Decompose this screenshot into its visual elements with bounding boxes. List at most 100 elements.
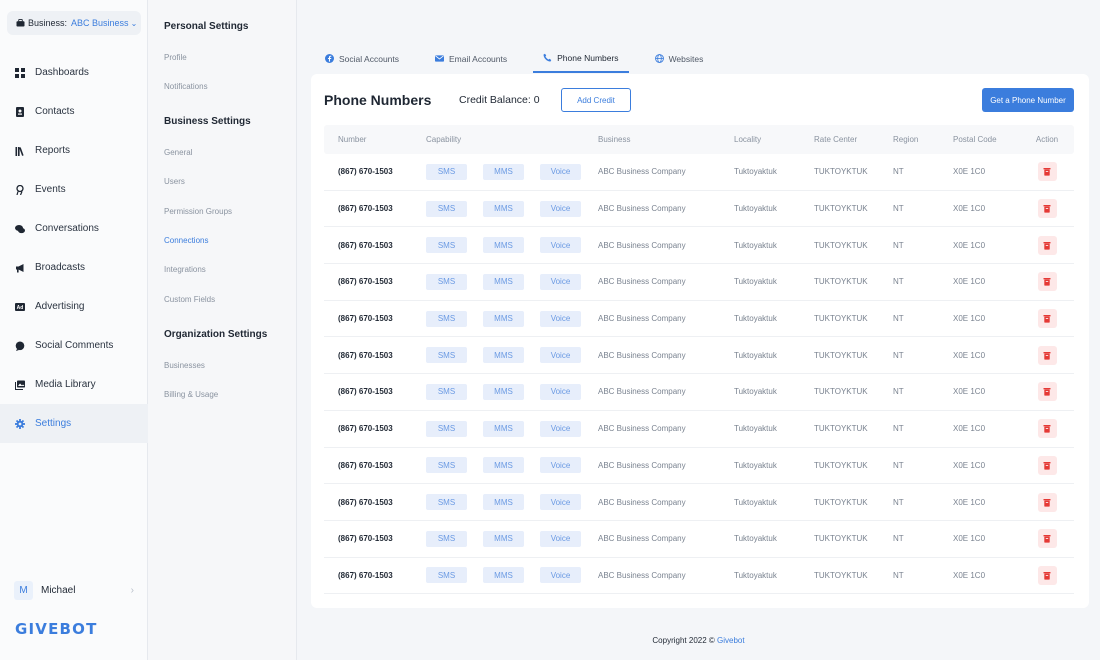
settings-link-profile[interactable]: Profile [164,53,187,62]
cell-number: (867) 670-1503 [338,570,393,580]
delete-button[interactable] [1037,492,1057,512]
tab-label: Email Accounts [449,53,508,64]
trash-icon [1043,498,1051,507]
sidebar-item-conversations[interactable]: Conversations [0,209,148,248]
capability-badge: Voice [540,310,581,327]
capability-badge: SMS [426,273,467,290]
cell-postal-code: X0E 1C0 [953,167,986,177]
tab-phone-numbers[interactable]: Phone Numbers [533,44,629,73]
capability-badge: Voice [540,420,581,437]
delete-button[interactable] [1037,235,1057,255]
tab-websites[interactable]: Websites [645,44,714,73]
facebook-icon [325,54,339,63]
contact-card-icon [15,106,25,117]
sidebar-item-label: Events [35,184,66,195]
cell-action [1020,529,1074,549]
settings-link-notifications[interactable]: Notifications [164,82,208,91]
sidebar-item-dashboards[interactable]: Dashboards [0,53,148,92]
delete-button[interactable] [1037,272,1057,292]
table-row: (867) 670-1503 SMS MMS Voice ABC Business Co… [324,411,1074,448]
phone-numbers-table: Number Capability Business Locality Rate… [324,125,1074,595]
cell-business: ABC Business Company [598,350,686,360]
settings-link-custom-fields[interactable]: Custom Fields [164,295,215,304]
sidebar-item-broadcasts[interactable]: Broadcasts [0,248,148,287]
delete-button[interactable] [1037,199,1057,219]
cell-region: NT [893,424,904,434]
settings-link-connections[interactable]: Connections [164,236,208,245]
settings-link-general[interactable]: General [164,148,192,157]
cell-action [1020,492,1074,512]
tab-social-accounts[interactable]: Social Accounts [315,44,409,73]
chevron-down-icon: ⌄ [130,18,138,28]
cell-business: ABC Business Company [598,314,686,324]
header-business: Business [598,135,631,144]
cell-number: (867) 670-1503 [338,204,393,214]
cell-capability: SMS MMS Voice [426,310,598,327]
add-credit-button[interactable]: Add Credit [561,88,631,112]
media-icon [15,380,25,390]
delete-button[interactable] [1037,455,1057,475]
tab-label: Social Accounts [339,53,400,64]
cell-capability: SMS MMS Voice [426,494,598,511]
mail-icon [435,54,449,63]
settings-link-billing-usage[interactable]: Billing & Usage [164,390,218,399]
cell-locality: Tuktoyaktuk [734,424,777,434]
cell-capability: SMS MMS Voice [426,420,598,437]
capability-badge: Voice [540,494,581,511]
cell-region: NT [893,460,904,470]
header-rate-center: Rate Center [814,135,858,144]
capability-badge: MMS [483,457,524,474]
footer-brand-link[interactable]: Givebot [717,636,745,645]
table-row: (867) 670-1503 SMS MMS Voice ABC Business Co… [324,227,1074,265]
delete-button[interactable] [1037,565,1057,585]
settings-link-permission-groups[interactable]: Permission Groups [164,207,232,216]
settings-link-users[interactable]: Users [164,177,185,186]
header-locality: Locality [734,135,762,144]
sidebar-item-contacts[interactable]: Contacts [0,92,148,131]
delete-button[interactable] [1037,529,1057,549]
trash-icon [1043,277,1051,287]
business-switcher[interactable]: Business: ABC Business ⌄ [7,11,141,35]
cell-rate-center: TUKTOYKTUK [814,240,868,250]
settings-link-integrations[interactable]: Integrations [164,265,206,274]
business-settings-heading: Business Settings [164,116,251,127]
delete-button[interactable] [1037,419,1057,439]
business-switcher-label: Business: [28,18,68,28]
cell-number: (867) 670-1503 [338,387,393,397]
delete-button[interactable] [1037,309,1057,329]
delete-button[interactable] [1037,345,1057,365]
cell-business: ABC Business Company [598,167,686,177]
cell-action [1020,162,1074,182]
sidebar-item-media-library[interactable]: Media Library [0,365,148,404]
cell-postal-code: X0E 1C0 [953,460,986,470]
get-phone-number-button[interactable]: Get a Phone Number [982,88,1074,112]
cell-capability: SMS MMS Voice [426,163,598,180]
capability-badge: Voice [540,273,581,290]
trash-icon [1043,571,1051,580]
briefcase-icon [16,19,25,27]
tab-email-accounts[interactable]: Email Accounts [425,44,517,73]
table-header: Number Capability Business Locality Rate… [324,125,1074,154]
cell-business: ABC Business Company [598,570,686,580]
sidebar-item-settings[interactable]: Settings [0,404,148,443]
settings-link-businesses[interactable]: Businesses [164,361,205,370]
capability-badge: MMS [483,494,524,511]
user-menu[interactable]: M Michael › [14,580,134,600]
cell-locality: Tuktoyaktuk [734,534,777,544]
cell-region: NT [893,204,904,214]
cell-locality: Tuktoyaktuk [734,277,777,287]
cell-rate-center: TUKTOYKTUK [814,350,868,360]
cell-locality: Tuktoyaktuk [734,350,777,360]
table-row: (867) 670-1503 SMS MMS Voice ABC Business Co… [324,484,1074,521]
sidebar-item-reports[interactable]: Reports [0,131,148,170]
sidebar-item-social-comments[interactable]: Social Comments [0,326,148,365]
delete-button[interactable] [1037,382,1057,402]
delete-button[interactable] [1037,162,1057,182]
capability-badge: SMS [426,163,467,180]
sidebar-item-events[interactable]: Events [0,170,148,209]
sidebar-item-advertising[interactable]: Ad Advertising [0,287,148,326]
capability-badge: SMS [426,457,467,474]
capability-badge: SMS [426,494,467,511]
capability-badge: SMS [426,383,467,400]
cell-postal-code: X0E 1C0 [953,534,986,544]
